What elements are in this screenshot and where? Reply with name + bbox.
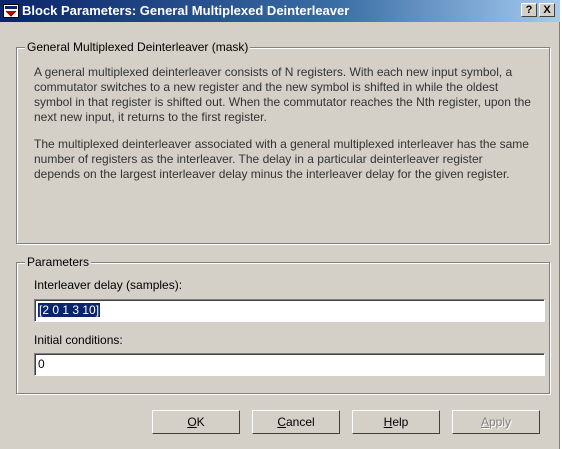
cancel-button[interactable]: Cancel [252, 410, 340, 434]
help-button[interactable]: Help [352, 410, 440, 434]
initial-conditions-input[interactable]: 0 [34, 353, 545, 376]
apply-mnemonic: A [480, 415, 489, 429]
interleaver-delay-value: [2 0 1 3 10] [38, 303, 101, 317]
simulink-block-icon [3, 4, 19, 18]
mask-group-title: General Multiplexed Deinterleaver (mask) [25, 40, 251, 54]
parameters-group: Parameters Interleaver delay (samples): … [16, 255, 550, 394]
interleaver-delay-label: Interleaver delay (samples): [34, 278, 183, 292]
parameters-group-title: Parameters [25, 255, 92, 269]
initial-conditions-value: 0 [38, 357, 45, 371]
ok-mnemonic: O [187, 415, 197, 429]
help-label-rest: elp [392, 415, 409, 429]
mask-description-group: General Multiplexed Deinterleaver (mask)… [16, 40, 550, 244]
interleaver-delay-input[interactable]: [2 0 1 3 10] [34, 299, 545, 322]
dialog-window: Block Parameters: General Multiplexed De… [0, 0, 560, 449]
description-paragraph-1: A general multiplexed deinterleaver cons… [34, 65, 531, 124]
apply-label-rest: pply [489, 415, 512, 429]
context-help-button[interactable]: ? [521, 3, 537, 17]
apply-button[interactable]: Apply [452, 410, 540, 434]
title-bar[interactable]: Block Parameters: General Multiplexed De… [0, 0, 560, 22]
ok-label-rest: K [196, 415, 205, 429]
window-title: Block Parameters: General Multiplexed De… [22, 3, 350, 18]
description-paragraph-2: The multiplexed deinterleaver associated… [34, 137, 529, 181]
ok-button[interactable]: OK [152, 410, 240, 434]
close-button[interactable]: X [539, 3, 555, 17]
cancel-label-rest: ancel [285, 415, 315, 429]
initial-conditions-label: Initial conditions: [34, 333, 123, 347]
cancel-mnemonic: C [277, 415, 286, 429]
